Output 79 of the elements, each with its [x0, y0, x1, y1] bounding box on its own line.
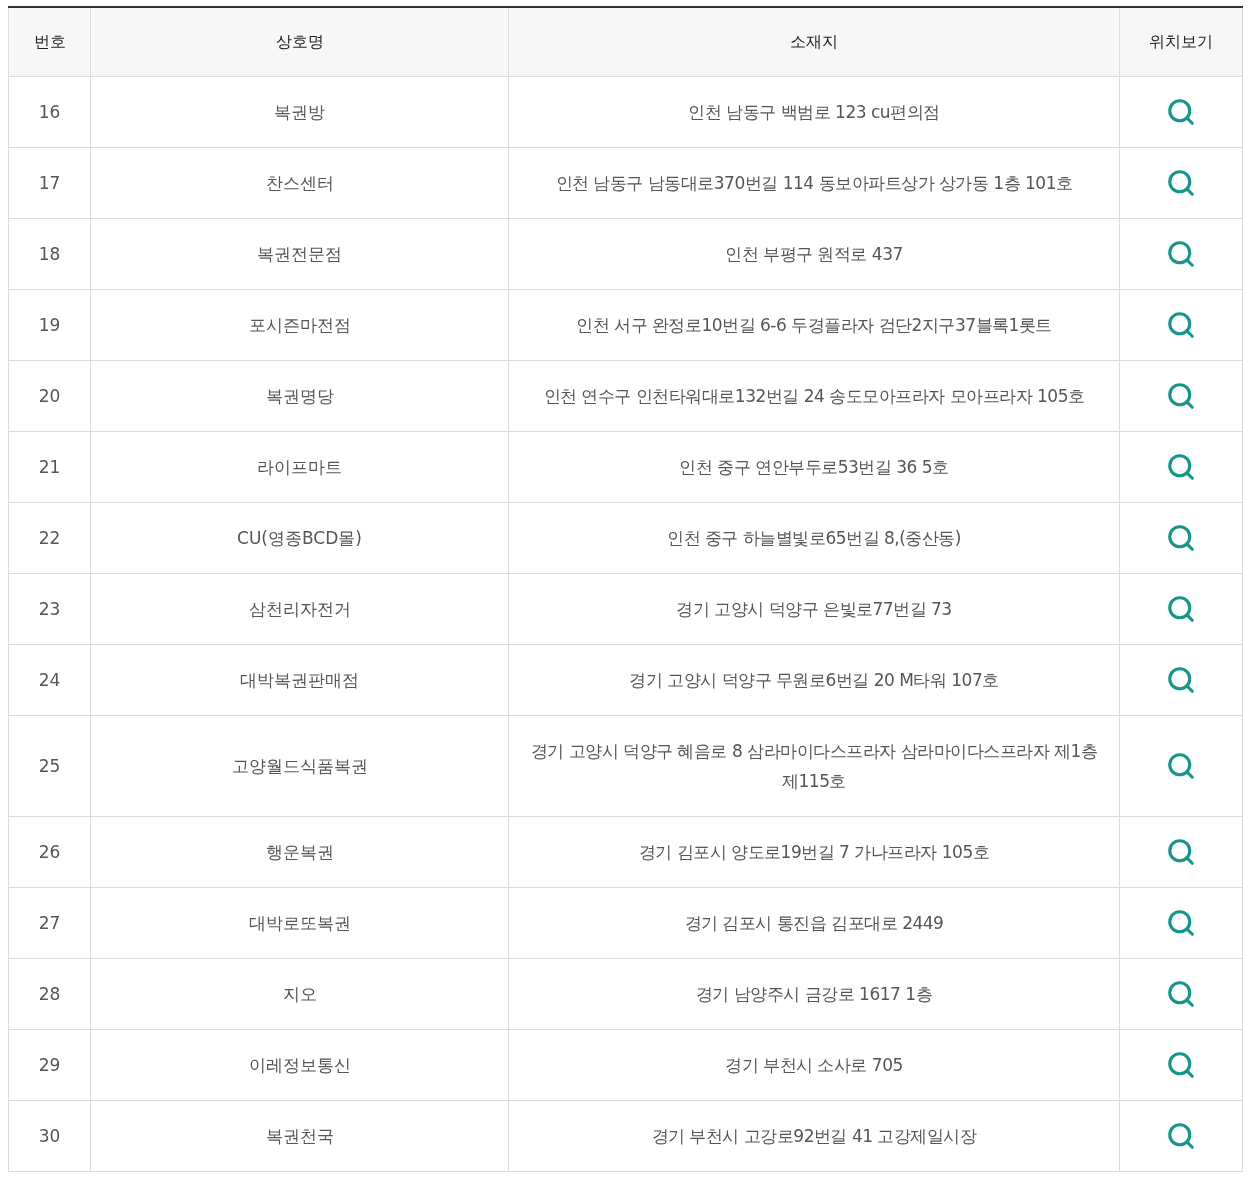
search-icon: [1166, 978, 1196, 1009]
search-button[interactable]: [1166, 664, 1196, 695]
search-button[interactable]: [1166, 750, 1196, 781]
store-address: 경기 고양시 덕양구 은빛로77번길 73: [676, 598, 952, 619]
search-icon: [1166, 167, 1196, 198]
search-icon: [1166, 593, 1196, 624]
row-number: 25: [38, 755, 61, 776]
row-number: 28: [38, 983, 61, 1004]
column-header: 상호명: [275, 31, 324, 51]
store-name: 지오: [282, 983, 317, 1004]
store-name: 포시즌마전점: [248, 314, 351, 335]
column-header: 번호: [33, 31, 66, 51]
store-name: 라이프마트: [257, 456, 342, 477]
row-number: 30: [38, 1125, 61, 1146]
row-number: 21: [38, 456, 61, 477]
store-name: CU(영종BCD몰): [237, 527, 362, 548]
store-address: 경기 남양주시 금강로 1617 1층: [695, 983, 933, 1004]
search-button[interactable]: [1166, 96, 1196, 127]
store-name: 찬스센터: [265, 172, 334, 193]
search-button[interactable]: [1166, 1120, 1196, 1151]
store-address: 경기 김포시 통진읍 김포대로 2449: [684, 912, 944, 933]
search-icon: [1166, 664, 1196, 695]
search-button[interactable]: [1166, 978, 1196, 1009]
search-button[interactable]: [1166, 167, 1196, 198]
search-icon: [1166, 380, 1196, 411]
store-address: 경기 부천시 고강로92번길 41 고강제일시장: [651, 1125, 977, 1146]
row-number: 26: [38, 841, 61, 862]
search-icon: [1166, 309, 1196, 340]
row-number: 27: [38, 912, 61, 933]
search-button[interactable]: [1166, 380, 1196, 411]
column-header: 소재지: [790, 31, 838, 51]
search-icon: [1166, 238, 1196, 269]
store-name: 삼천리자전거: [248, 598, 351, 619]
store-name: 복권전문점: [257, 243, 342, 264]
store-name: 대박로또복권: [248, 912, 351, 933]
search-icon: [1166, 451, 1196, 482]
search-button[interactable]: [1166, 451, 1196, 482]
store-address: 인천 남동구 남동대로370번길 114 동보아파트상가 상가동 1층 101호: [555, 172, 1073, 193]
store-name: 행운복권: [265, 841, 334, 862]
store-address: 인천 남동구 백범로 123 cu편의점: [688, 101, 940, 122]
row-number: 24: [38, 669, 61, 690]
search-button[interactable]: [1166, 238, 1196, 269]
row-number: 23: [38, 598, 61, 619]
store-name: 고양월드식품복권: [231, 755, 368, 776]
store-name: 이레정보통신: [248, 1054, 351, 1075]
row-number: 29: [38, 1054, 61, 1075]
store-name: 복권방: [274, 101, 325, 122]
row-number: 16: [38, 101, 61, 122]
search-icon: [1166, 1049, 1196, 1080]
row-number: 19: [38, 314, 61, 335]
row-number: 20: [38, 385, 61, 406]
store-address: 인천 중구 하늘별빛로65번길 8,(중산동): [667, 527, 961, 548]
search-button[interactable]: [1166, 1049, 1196, 1080]
store-address: 인천 서구 완정로10번길 6-6 두경플라자 검단2지구37블록1롯트: [576, 314, 1052, 335]
search-button[interactable]: [1166, 522, 1196, 553]
store-address: 경기 고양시 덕양구 혜음로 8 삼라마이다스프라자 삼라마이다스프라자 제1층 제115호: [530, 740, 1098, 791]
store-address: 인천 연수구 인천타워대로132번길 24 송도모아프라자 모아프라자 105호: [543, 385, 1085, 406]
row-number: 18: [38, 243, 61, 264]
search-icon: [1166, 96, 1196, 127]
store-address: 경기 고양시 덕양구 무원로6번길 20 M타워 107호: [629, 669, 999, 690]
search-icon: [1166, 750, 1196, 781]
search-icon: [1166, 907, 1196, 938]
search-icon: [1166, 1120, 1196, 1151]
store-address: 경기 부천시 소사로 705: [725, 1054, 903, 1075]
store-name: 복권명당: [265, 385, 334, 406]
search-icon: [1166, 836, 1196, 867]
row-number: 17: [38, 172, 61, 193]
store-address: 경기 김포시 양도로19번길 7 가나프라자 105호: [638, 841, 990, 862]
column-header: 위치보기: [1149, 31, 1213, 51]
store-address: 인천 중구 연안부두로53번길 36 5호: [679, 456, 949, 477]
store-name: 복권천국: [265, 1125, 334, 1146]
search-button[interactable]: [1166, 593, 1196, 624]
search-button[interactable]: [1166, 836, 1196, 867]
search-button[interactable]: [1166, 907, 1196, 938]
store-name: 대박복권판매점: [240, 669, 359, 690]
search-icon: [1166, 522, 1196, 553]
search-button[interactable]: [1166, 309, 1196, 340]
store-address: 인천 부평구 원적로 437: [725, 243, 903, 264]
row-number: 22: [38, 527, 61, 548]
